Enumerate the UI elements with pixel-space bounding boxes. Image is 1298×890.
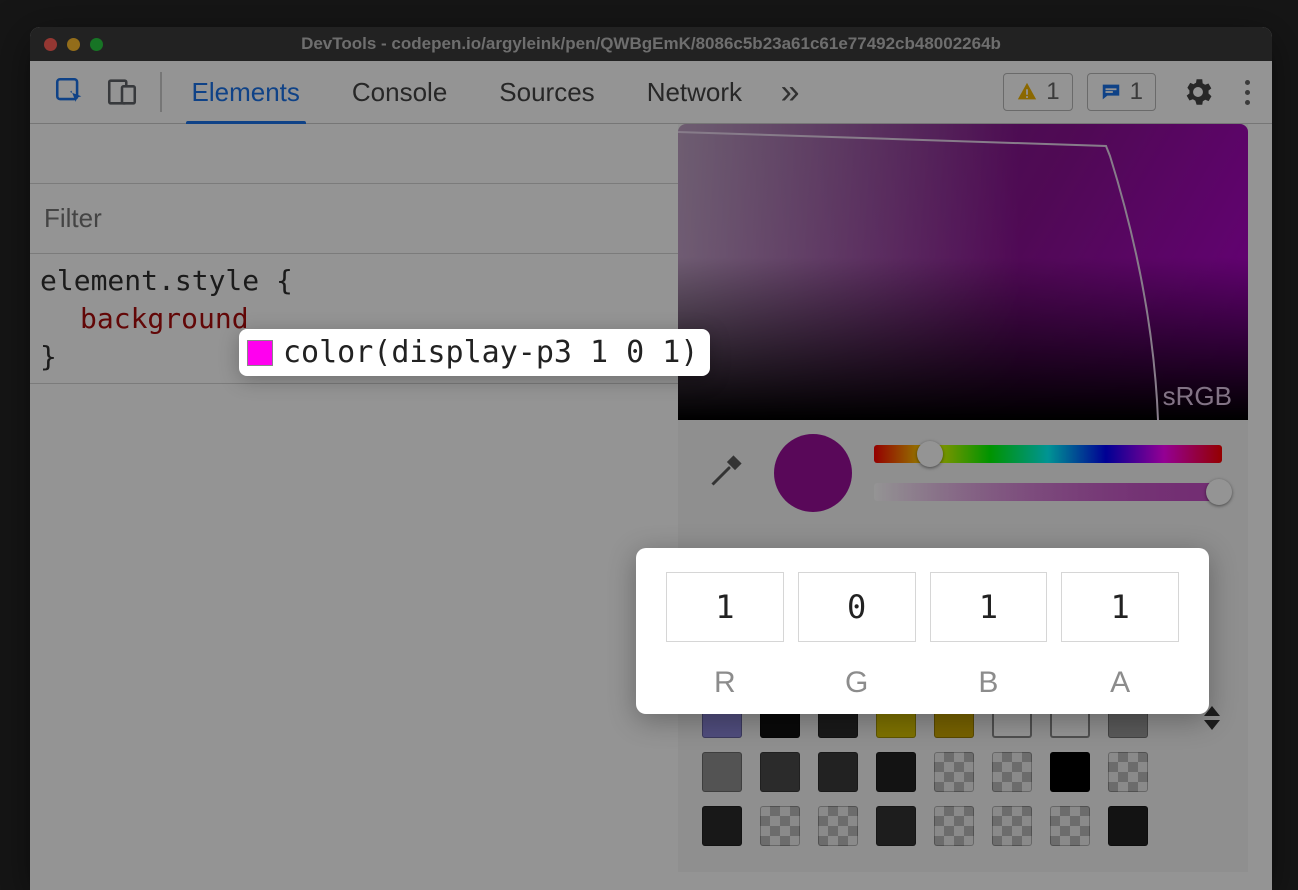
toolbar-divider [160,72,162,112]
message-icon [1100,81,1122,103]
overflow-tabs-icon[interactable]: » [768,70,812,114]
channel-r-input[interactable]: 1 [666,572,784,642]
palette-swatch[interactable] [934,752,974,792]
color-spectrum[interactable]: sRGB [678,124,1248,420]
messages-badge[interactable]: 1 [1087,73,1156,111]
channel-a-label: A [1061,666,1179,700]
palette-swatch[interactable] [818,806,858,846]
window-traffic-lights [44,38,103,51]
tab-console[interactable]: Console [352,61,447,123]
color-value-tooltip: color(display-p3 1 0 1) [239,329,710,376]
palette-swatch[interactable] [876,806,916,846]
palette-swatch[interactable] [818,752,858,792]
gamut-label: sRGB [1163,381,1232,412]
color-value-text[interactable]: color(display-p3 1 0 1) [283,335,698,370]
palette-swatch[interactable] [934,806,974,846]
picker-controls [678,420,1248,520]
window-minimize-button[interactable] [67,38,80,51]
warnings-count: 1 [1046,78,1059,106]
css-selector: element.style { [40,264,293,297]
styles-filter-row [30,184,678,254]
palette-swatch[interactable] [702,752,742,792]
more-options-icon[interactable] [1232,80,1262,105]
alpha-slider[interactable] [874,483,1222,501]
palette-swatch[interactable] [992,752,1032,792]
styles-pane: element.style { background } [30,124,678,890]
palette-swatch[interactable] [702,806,742,846]
hue-thumb[interactable] [917,441,943,467]
window-close-button[interactable] [44,38,57,51]
channel-g-input[interactable]: 0 [798,572,916,642]
channel-b-label: B [930,666,1048,700]
alpha-thumb[interactable] [1206,479,1232,505]
rgba-inputs: 1 0 1 1 R G B A [636,548,1209,714]
tab-network[interactable]: Network [647,61,742,123]
palette-swatch[interactable] [1050,806,1090,846]
channel-b-input[interactable]: 1 [930,572,1048,642]
inspect-element-icon[interactable] [48,70,92,114]
gamut-overlay [678,124,1248,420]
palette-swatch[interactable] [760,806,800,846]
window-title: DevTools - codepen.io/argyleink/pen/QWBg… [30,34,1272,54]
css-property-name[interactable]: background [80,302,249,335]
palette-swatch[interactable] [876,752,916,792]
color-swatch-icon[interactable] [247,340,273,366]
color-picker: sRGB [678,124,1248,872]
color-preview [774,434,852,512]
warning-icon [1016,81,1038,103]
window-zoom-button[interactable] [90,38,103,51]
tab-elements[interactable]: Elements [192,61,300,123]
warnings-badge[interactable]: 1 [1003,73,1072,111]
channel-g-label: G [798,666,916,700]
tab-sources[interactable]: Sources [499,61,594,123]
palette-swatch[interactable] [992,806,1032,846]
window-titlebar: DevTools - codepen.io/argyleink/pen/QWBg… [30,27,1272,61]
devtools-main: element.style { background } sRGB [30,124,1272,890]
eyedropper-icon[interactable] [708,453,748,493]
channel-r-label: R [666,666,784,700]
styles-filter-input[interactable] [44,203,664,234]
styles-top-section [30,124,678,184]
palette-swatch[interactable] [1108,752,1148,792]
channel-a-input[interactable]: 1 [1061,572,1179,642]
hue-slider[interactable] [874,445,1222,463]
palette-swatch[interactable] [1050,752,1090,792]
palette-swatch[interactable] [760,752,800,792]
settings-icon[interactable] [1176,70,1220,114]
palette-swatch[interactable] [1108,806,1148,846]
devtools-toolbar: Elements Console Sources Network » 1 1 [30,61,1272,124]
messages-count: 1 [1130,78,1143,106]
color-palette [678,690,1248,872]
devtools-window: DevTools - codepen.io/argyleink/pen/QWBg… [30,27,1272,890]
css-close-brace: } [40,340,57,373]
device-toolbar-icon[interactable] [100,70,144,114]
